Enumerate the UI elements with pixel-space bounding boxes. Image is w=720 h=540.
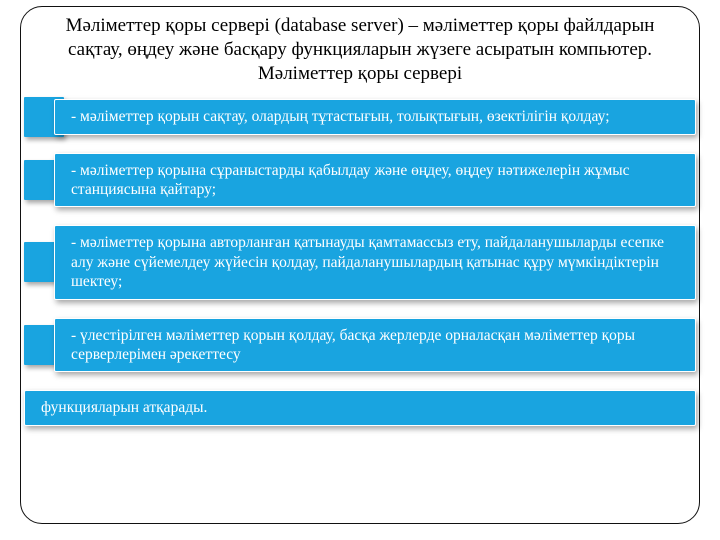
row-card: - мәліметтер қорын сақтау, олардың тұтас…	[54, 99, 696, 134]
list-item: - үлестірілген мәліметтер қорын қолдау, …	[24, 318, 696, 373]
slide-page: Мәліметтер қоры сервері (database server…	[0, 0, 720, 540]
list-item: - мәліметтер қорына авторланған қатынауд…	[24, 225, 696, 299]
list-item: функцияларын атқарады.	[24, 390, 696, 425]
row-card: - мәліметтер қорына сұраныстарды қабылда…	[54, 153, 696, 208]
list-item: - мәліметтер қорын сақтау, олардың тұтас…	[24, 99, 696, 134]
row-card: функцияларын атқарады.	[24, 390, 696, 425]
list-item: - мәліметтер қорына сұраныстарды қабылда…	[24, 153, 696, 208]
list-container: - мәліметтер қорын сақтау, олардың тұтас…	[24, 99, 696, 425]
row-card: - үлестірілген мәліметтер қорын қолдау, …	[54, 318, 696, 373]
page-title: Мәліметтер қоры сервері (database server…	[12, 0, 708, 95]
row-card: - мәліметтер қорына авторланған қатынауд…	[54, 225, 696, 299]
